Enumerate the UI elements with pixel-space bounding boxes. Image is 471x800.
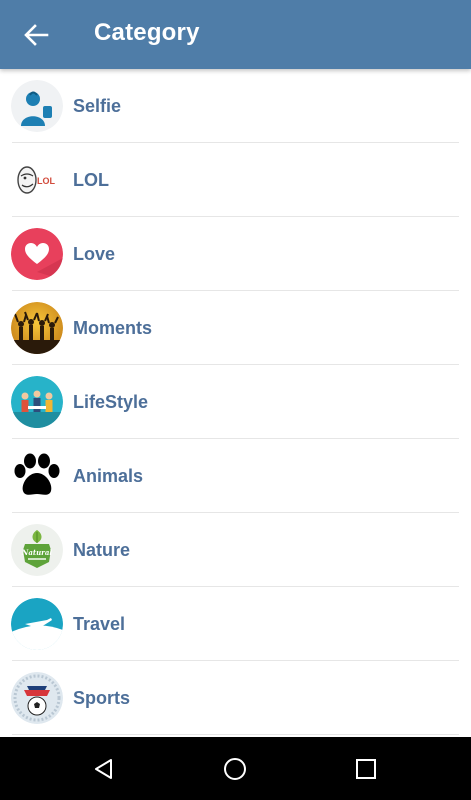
people-lifestyle-icon — [11, 376, 63, 428]
crowd-celebration-icon — [11, 302, 63, 354]
category-label: Moments — [73, 318, 153, 338]
nav-back-button[interactable] — [89, 754, 119, 784]
nav-home-button[interactable] — [220, 754, 250, 784]
soccer-ball-icon — [11, 672, 63, 724]
category-label: Selfie — [73, 96, 122, 116]
paw-print-icon — [11, 450, 63, 502]
category-label: Animals — [73, 466, 144, 486]
nav-recents-button[interactable] — [351, 754, 381, 784]
selfie-person-icon — [11, 80, 63, 132]
app-bar: Category — [0, 0, 471, 69]
category-item-moments[interactable]: Moments — [0, 291, 471, 365]
category-item-lifestyle[interactable]: LifeStyle — [0, 365, 471, 439]
circle-home-icon — [224, 758, 246, 780]
category-label: Love — [73, 244, 116, 264]
category-item-love[interactable]: Love — [0, 217, 471, 291]
page-title: Category — [94, 19, 200, 46]
system-navigation-bar — [0, 737, 471, 800]
category-label: Nature — [73, 540, 131, 560]
natural-badge-icon: Natural — [11, 524, 63, 576]
category-label: LOL — [73, 170, 109, 190]
category-item-animals[interactable]: Animals — [0, 439, 471, 513]
triangle-back-icon — [95, 759, 112, 779]
category-item-selfie[interactable]: Selfie — [0, 69, 471, 143]
category-label: Sports — [73, 688, 131, 708]
arrow-left-icon — [24, 24, 49, 46]
svg-text:LOL: LOL — [37, 176, 55, 186]
category-list: Selfie LOL LOL Love Moments LifeStyle An… — [0, 69, 471, 737]
category-label: Travel — [73, 614, 126, 634]
square-recents-icon — [356, 759, 376, 779]
troll-face-lol-icon: LOL — [11, 154, 63, 206]
back-button[interactable] — [14, 13, 58, 57]
category-label: LifeStyle — [73, 392, 149, 412]
divider — [12, 734, 459, 735]
category-item-nature[interactable]: Natural Nature — [0, 513, 471, 587]
category-item-lol[interactable]: LOL LOL — [0, 143, 471, 217]
category-item-travel[interactable]: Travel — [0, 587, 471, 661]
airplane-icon — [11, 598, 63, 650]
heart-icon — [11, 228, 63, 280]
category-item-sports[interactable]: Sports — [0, 661, 471, 735]
svg-text:Natural: Natural — [21, 548, 52, 557]
